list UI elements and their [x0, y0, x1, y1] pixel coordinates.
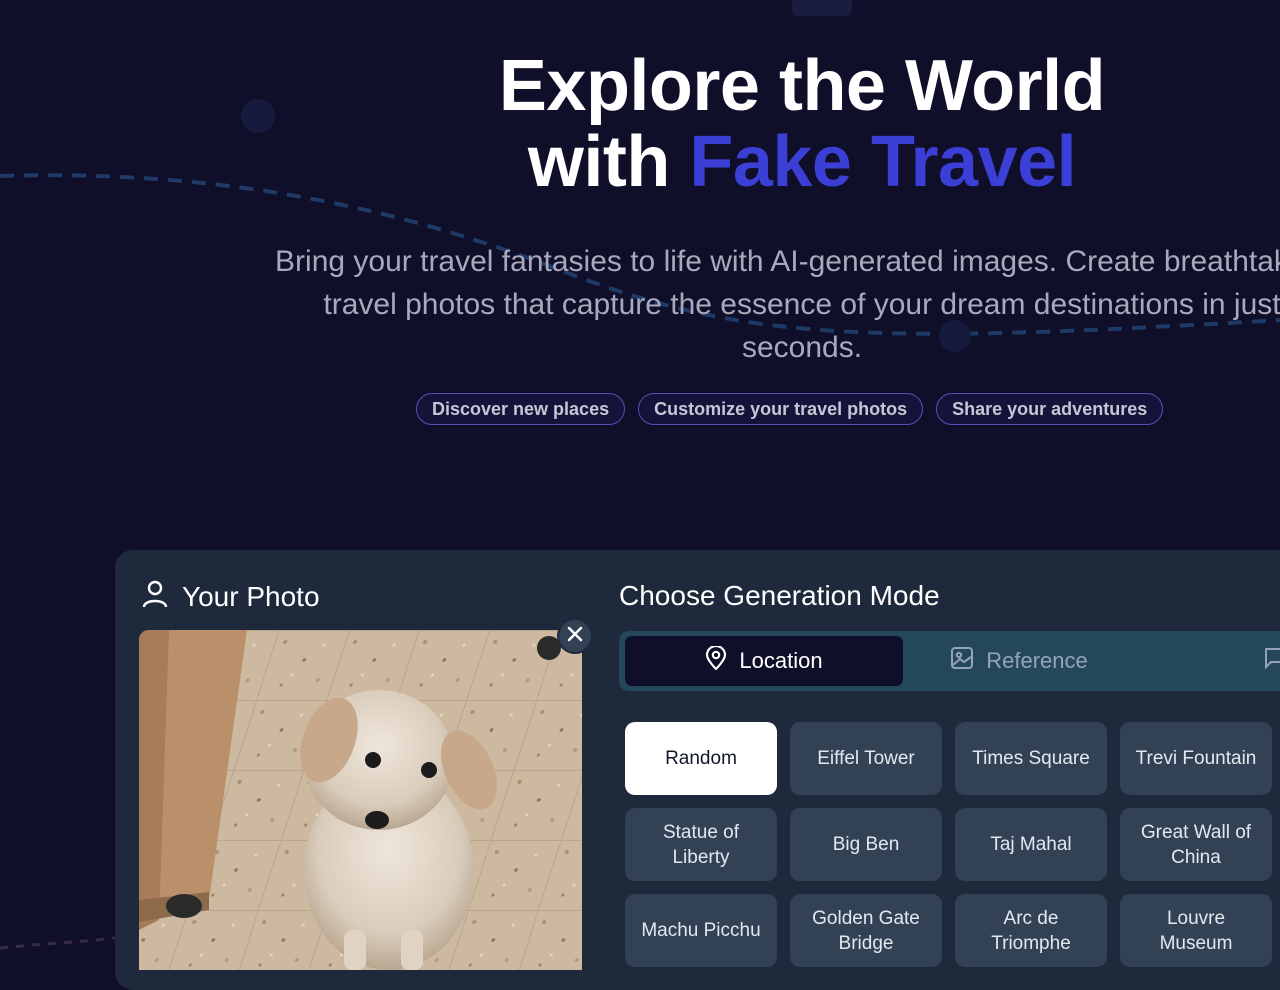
photo-title: Your Photo — [182, 580, 320, 612]
pill-discover: Discover new places — [416, 393, 626, 425]
location-option[interactable]: Machu Picchu — [625, 894, 777, 967]
feature-pills: Discover new places Customize your trave… — [416, 393, 1164, 425]
tab-reference[interactable]: Reference — [919, 636, 1119, 686]
location-option[interactable]: Trevi Fountain — [1120, 722, 1272, 795]
mode-tabs: Location Reference — [619, 631, 1280, 691]
location-option[interactable]: Golden Gate Bridge — [790, 894, 942, 967]
hero-title: Explore the World with Fake Travel — [0, 48, 1280, 200]
location-option[interactable]: Big Ben — [790, 808, 942, 881]
location-option[interactable]: Random — [625, 722, 777, 795]
tab-prompt[interactable] — [1255, 636, 1280, 686]
tab-location-label: Location — [739, 648, 823, 673]
hero-subtitle-line3: seconds. — [741, 331, 863, 364]
user-icon — [142, 580, 168, 613]
pill-share: Share your adventures — [936, 393, 1164, 425]
hero-subtitle: Bring your travel fantasies to life with… — [0, 240, 1280, 369]
pill-customize: Customize your travel photos — [638, 393, 924, 425]
hero-title-line2-prefix: with — [527, 122, 690, 202]
location-option[interactable]: Eiffel Tower — [790, 722, 942, 795]
remove-photo-button[interactable] — [557, 618, 593, 654]
location-option[interactable]: Statue of Liberty — [625, 808, 777, 881]
map-pin-icon — [705, 644, 727, 676]
location-option[interactable]: Taj Mahal — [955, 808, 1107, 881]
mode-title: Choose Generation Mode — [619, 580, 940, 611]
location-grid: Random Eiffel Tower Times Square Trevi F… — [625, 722, 1272, 967]
photo-header: Your Photo — [142, 580, 320, 613]
close-icon — [567, 626, 583, 647]
tab-location[interactable]: Location — [625, 636, 903, 686]
uploaded-photo — [139, 630, 582, 970]
hero-title-line1: Explore the World — [498, 46, 1106, 126]
location-option[interactable]: Louvre Museum — [1120, 894, 1272, 967]
hero-subtitle-line1: Bring your travel fantasies to life with… — [275, 245, 1280, 278]
message-icon — [1264, 647, 1280, 675]
location-option[interactable]: Great Wall of China — [1120, 808, 1272, 881]
hero-title-accent: Fake Travel — [689, 122, 1077, 202]
location-option[interactable]: Times Square — [955, 722, 1107, 795]
location-option[interactable]: Arc de Triomphe — [955, 894, 1107, 967]
image-icon — [950, 646, 974, 676]
hero-subtitle-line2: travel photos that capture the essence o… — [323, 288, 1280, 321]
tab-reference-label: Reference — [986, 648, 1088, 673]
dog-photo — [139, 630, 582, 970]
